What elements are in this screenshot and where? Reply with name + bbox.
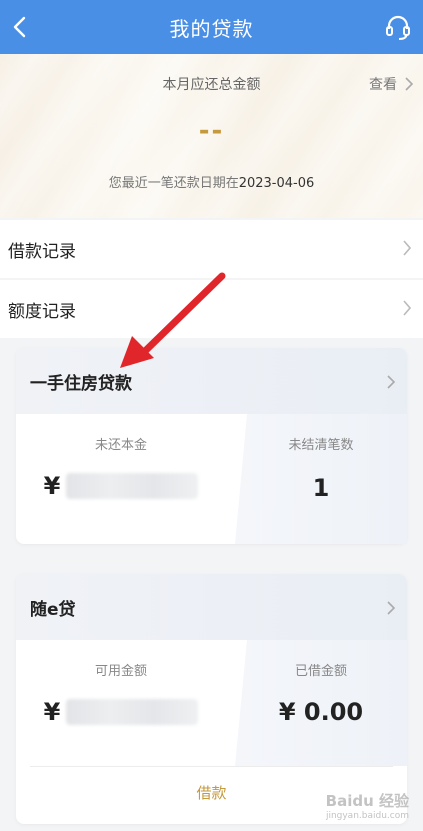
unpaid-principal-value: ¥: [16, 472, 226, 500]
unpaid-principal-label: 未还本金: [16, 434, 226, 453]
currency-symbol: ¥: [43, 698, 61, 726]
housing-loan-title: 一手住房贷款: [30, 373, 132, 394]
available-amount-value: ¥: [16, 698, 226, 726]
available-amount-label-text: 可用金额: [94, 664, 147, 679]
date-value: 2023-04-06: [238, 176, 315, 191]
borrowed-amount-value: ¥ 0.00: [278, 698, 364, 726]
repayment-amount: --: [198, 116, 225, 146]
chevron-right-icon: [405, 77, 413, 91]
chevron-right-icon: [403, 300, 411, 316]
blurred-amount: [66, 699, 199, 725]
customer-service-button[interactable]: [383, 12, 413, 42]
card-divider: [30, 766, 393, 767]
chevron-right-icon: [387, 601, 395, 615]
chevron-right-icon: [403, 240, 411, 256]
unpaid-principal-label-text: 未还本金: [94, 438, 147, 453]
chevron-right-icon: [387, 375, 395, 389]
sui-e-dai-body: 可用金额 ¥ 已借金额 ¥ 0.00: [16, 640, 407, 766]
top-nav-bar: 我的贷款: [0, 0, 423, 54]
date-prefix: 您最近一笔还款日期在: [108, 176, 239, 191]
sui-e-dai-header[interactable]: 随e贷: [16, 574, 407, 640]
monthly-repayment-title: 本月应还总金额: [162, 77, 261, 93]
baidu-watermark: Baidu 经验 jingyan.baidu.com: [326, 790, 409, 821]
sui-e-dai-title: 随e贷: [30, 599, 76, 620]
chevron-left-icon: [13, 16, 26, 38]
borrowed-amount-label-text: 已借金额: [294, 664, 347, 679]
last-repayment-date: 您最近一笔还款日期在2023-04-06: [0, 172, 423, 191]
repayment-summary-banner: 本月应还总金额 查看 -- 您最近一笔还款日期在2023-04-06: [0, 54, 423, 218]
watermark-sub: jingyan.baidu.com: [325, 811, 409, 821]
open-loans-count: 1: [312, 474, 330, 502]
open-loans-label-text: 未结清笔数: [288, 438, 354, 453]
sui-e-dai-card: 随e贷 可用金额 ¥ 已借金额 ¥ 0.00 借款: [16, 574, 407, 824]
available-amount-label: 可用金额: [16, 660, 226, 679]
credit-records-label: 额度记录: [8, 301, 76, 322]
housing-loan-body: 未还本金 ¥ 未结清笔数 1: [16, 414, 407, 544]
currency-symbol: ¥: [43, 472, 61, 500]
housing-loan-card: 一手住房贷款 未还本金 ¥ 未结清笔数 1: [16, 348, 407, 544]
red-annotation-arrow: [120, 272, 226, 368]
view-label: 查看: [369, 77, 397, 93]
page-title: 我的贷款: [169, 16, 254, 41]
blurred-amount: [66, 473, 199, 499]
borrowed-amount-label: 已借金额: [235, 660, 407, 679]
view-repayment-link[interactable]: 查看: [369, 74, 413, 94]
open-loans-label: 未结清笔数: [235, 434, 407, 453]
loan-records-label: 借款记录: [8, 241, 76, 262]
back-button[interactable]: [6, 12, 36, 42]
headset-icon: [386, 15, 410, 40]
watermark-text: Baidu 经验: [325, 792, 409, 810]
